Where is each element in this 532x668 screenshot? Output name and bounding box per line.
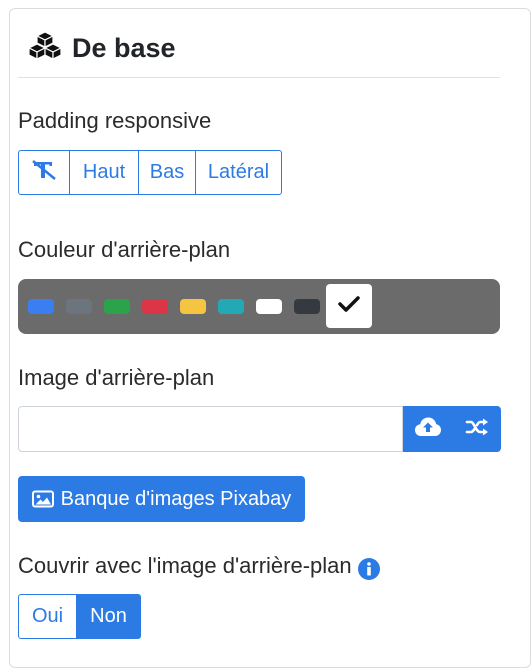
swatch-green[interactable] [104, 299, 130, 314]
upload-button[interactable] [403, 406, 452, 452]
background-image-input-group [18, 406, 501, 452]
cover-no-button[interactable]: Non [76, 594, 141, 639]
swatch-selected[interactable] [326, 284, 372, 328]
swatch-blue[interactable] [28, 299, 54, 314]
check-icon [338, 295, 360, 318]
swatch-dark[interactable] [294, 299, 320, 314]
cloud-upload-icon [414, 416, 442, 443]
padding-lateral-button[interactable]: Latéral [195, 150, 282, 195]
random-image-button[interactable] [452, 406, 501, 452]
background-image-label: Image d'arrière-plan [18, 365, 215, 390]
swatch-white[interactable] [256, 299, 282, 314]
cover-label-row: Couvrir avec l'image d'arrière-plan [18, 553, 380, 580]
background-image-input[interactable] [18, 406, 403, 452]
pixabay-label: Banque d'images Pixabay [60, 487, 292, 510]
cover-yes-button[interactable]: Oui [18, 594, 77, 639]
swatch-yellow[interactable] [180, 299, 206, 314]
cubes-icon [27, 30, 63, 66]
padding-label: Padding responsive [18, 108, 212, 133]
padding-bottom-button[interactable]: Bas [138, 150, 196, 195]
swatch-red[interactable] [142, 299, 168, 314]
header-divider [18, 77, 500, 78]
swatch-gray[interactable] [66, 299, 92, 314]
background-color-label: Couleur d'arrière-plan [18, 237, 231, 262]
cover-button-group: Oui Non [18, 594, 141, 639]
swatch-teal[interactable] [218, 299, 244, 314]
cover-label: Couvrir avec l'image d'arrière-plan [18, 553, 352, 578]
padding-top-button[interactable]: Haut [69, 150, 139, 195]
padding-button-group: Haut Bas Latéral [18, 150, 282, 195]
shuffle-icon [465, 417, 489, 442]
text-clear-icon [31, 159, 57, 187]
info-icon[interactable] [357, 558, 380, 580]
color-swatch-bar [18, 279, 500, 334]
padding-reset-button[interactable] [18, 150, 70, 195]
image-icon [31, 490, 54, 508]
section-header: De base [27, 28, 176, 68]
pixabay-button[interactable]: Banque d'images Pixabay [18, 476, 305, 522]
section-title: De base [72, 32, 176, 63]
